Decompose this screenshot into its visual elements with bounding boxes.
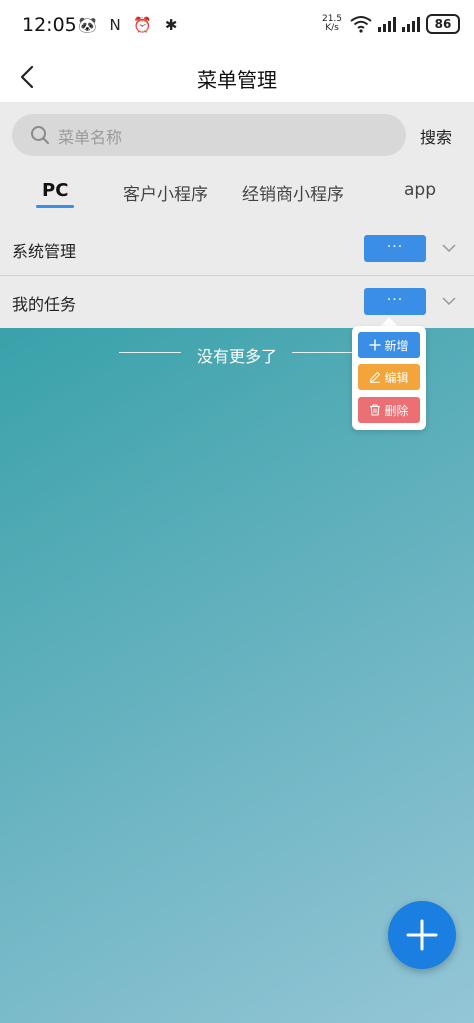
search-icon [31, 126, 49, 144]
list-item[interactable]: 我的任务 ··· [0, 276, 474, 328]
more-actions-button[interactable]: ··· [364, 235, 426, 262]
status-bar: 12:05 🐼 N ⏰ ✱ 21.5 K/s 86 [0, 0, 474, 52]
chevron-down-icon[interactable] [442, 241, 456, 255]
list-item[interactable]: 系统管理 ··· [0, 223, 474, 275]
add-button[interactable]: 新增 [358, 332, 420, 358]
pencil-icon [370, 371, 381, 383]
edit-label: 编辑 [384, 370, 409, 385]
actions-popup: 新增 编辑 删除 [352, 326, 426, 430]
search-input[interactable]: 菜单名称 [12, 114, 406, 156]
edit-button[interactable]: 编辑 [358, 364, 420, 390]
wifi-icon [350, 16, 372, 33]
signal-icon-2 [402, 16, 420, 32]
chevron-down-icon[interactable] [442, 294, 456, 308]
tab-app[interactable]: app [404, 180, 436, 200]
search-placeholder: 菜单名称 [58, 128, 123, 147]
signal-icon [378, 16, 396, 32]
search-button[interactable]: 搜索 [420, 124, 452, 148]
delete-button[interactable]: 删除 [358, 397, 420, 423]
tab-pc[interactable]: PC [42, 180, 68, 201]
menu-item-label: 我的任务 [12, 295, 77, 314]
status-right-group: 21.5 K/s 86 [320, 14, 460, 34]
add-label: 新增 [384, 338, 409, 353]
status-time: 12:05 [22, 14, 77, 36]
menu-item-label: 系统管理 [12, 242, 77, 261]
network-speed-unit: K/s [325, 23, 339, 33]
trash-icon [370, 404, 381, 416]
delete-label: 删除 [384, 403, 409, 418]
status-notification-icons: 🐼 N ⏰ ✱ [78, 16, 182, 34]
plus-icon [369, 339, 381, 351]
plus-icon [406, 919, 438, 951]
tab-dealer-miniprogram[interactable]: 经销商小程序 [242, 180, 344, 205]
more-actions-button[interactable]: ··· [364, 288, 426, 315]
battery-indicator: 86 [426, 14, 460, 34]
tab-customer-miniprogram[interactable]: 客户小程序 [123, 180, 208, 205]
page-title: 菜单管理 [197, 68, 277, 92]
active-tab-indicator [36, 205, 74, 208]
network-speed: 21.5 K/s [320, 15, 344, 33]
floating-add-button[interactable] [388, 901, 456, 969]
nav-bar: 菜单管理 [0, 52, 474, 102]
